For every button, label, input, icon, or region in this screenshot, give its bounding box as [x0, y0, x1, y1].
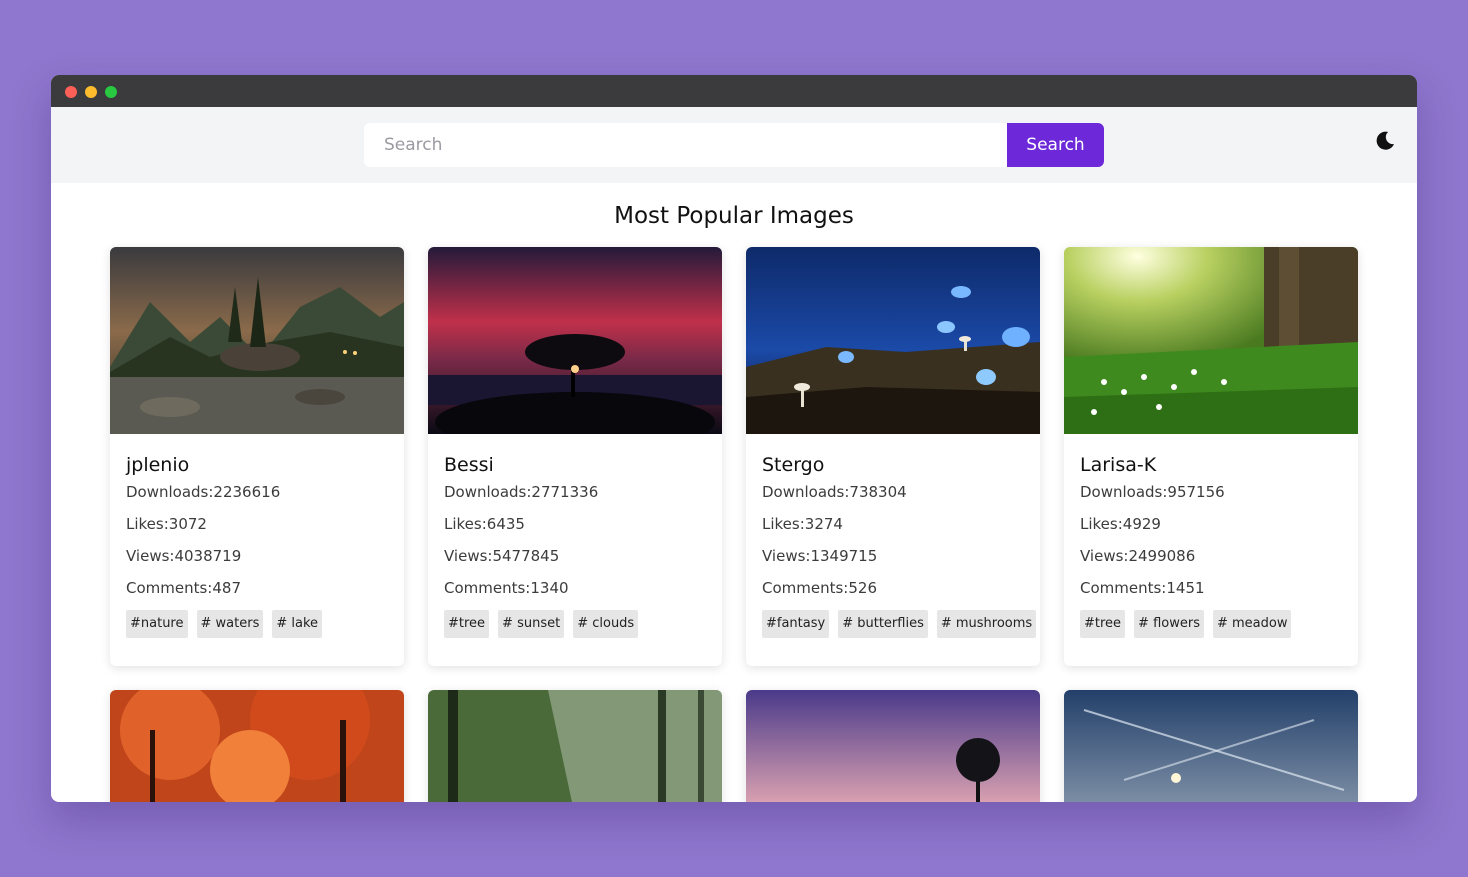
- close-window-dot[interactable]: [65, 86, 77, 98]
- card-downloads: Downloads:2236616: [126, 483, 281, 501]
- image-card[interactable]: jplenio Downloads:2236616 Likes:3072 Vie…: [110, 247, 404, 666]
- minimize-window-dot[interactable]: [85, 86, 97, 98]
- card-username: Stergo: [762, 454, 825, 476]
- maximize-window-dot[interactable]: [105, 86, 117, 98]
- image-card[interactable]: Larisa-K Downloads:957156 Likes:4929 Vie…: [1064, 247, 1358, 666]
- card-views: Views:4038719: [126, 547, 242, 565]
- page-title: Most Popular Images: [614, 203, 854, 229]
- image-card[interactable]: Stergo Downloads:738304 Likes:3274 Views…: [746, 247, 1040, 666]
- card-image-butterflies[interactable]: [746, 247, 1040, 434]
- tag[interactable]: # flowers: [1134, 610, 1204, 638]
- tag[interactable]: #tree: [444, 610, 490, 638]
- tag-list: #tree # flowers # meadow: [1080, 610, 1342, 638]
- card-comments: Comments:1451: [1080, 579, 1205, 597]
- card-comments: Comments:487: [126, 579, 241, 597]
- tag[interactable]: # meadow: [1212, 610, 1292, 638]
- card-downloads: Downloads:738304: [762, 483, 907, 501]
- tag[interactable]: # sunset: [498, 610, 565, 638]
- tag-list: #fantasy # butterflies # mushrooms: [762, 610, 1037, 638]
- window-titlebar: [51, 75, 1417, 107]
- card-image-misty-forest[interactable]: [428, 690, 722, 802]
- card-likes: Likes:3072: [126, 515, 207, 533]
- card-comments: Comments:1340: [444, 579, 569, 597]
- card-views: Views:1349715: [762, 547, 878, 565]
- card-downloads: Downloads:957156: [1080, 483, 1225, 501]
- search-input[interactable]: [364, 123, 1007, 167]
- tag[interactable]: # lake: [272, 610, 323, 638]
- card-image-sky-contrails[interactable]: [1064, 690, 1358, 802]
- image-card[interactable]: [1064, 690, 1358, 802]
- tag[interactable]: #nature: [126, 610, 188, 638]
- tag[interactable]: #fantasy: [762, 610, 830, 638]
- card-username: jplenio: [126, 454, 190, 476]
- card-image-sunset-tree[interactable]: [428, 247, 722, 434]
- search-button[interactable]: Search: [1007, 123, 1104, 167]
- card-downloads: Downloads:2771336: [444, 483, 599, 501]
- image-card[interactable]: Bessi Downloads:2771336 Likes:6435 Views…: [428, 247, 722, 666]
- app-header: Search: [51, 107, 1417, 183]
- main-content: Most Popular Images jplenio Downloads:22…: [51, 183, 1417, 802]
- moon-icon[interactable]: [1373, 129, 1397, 153]
- search-bar: Search: [364, 123, 1104, 167]
- image-card[interactable]: [428, 690, 722, 802]
- tag[interactable]: # waters: [196, 610, 264, 638]
- tag[interactable]: #tree: [1080, 610, 1126, 638]
- tag[interactable]: # butterflies: [838, 610, 928, 638]
- card-image-lake[interactable]: [110, 247, 404, 434]
- tag[interactable]: # mushrooms: [936, 610, 1037, 638]
- card-likes: Likes:3274: [762, 515, 843, 533]
- browser-window: Search Most Popular Images: [51, 75, 1417, 802]
- image-card[interactable]: [746, 690, 1040, 802]
- card-image-dusk-lake[interactable]: [746, 690, 1040, 802]
- card-likes: Likes:6435: [444, 515, 525, 533]
- tag[interactable]: # clouds: [573, 610, 639, 638]
- card-views: Views:5477845: [444, 547, 560, 565]
- tag-list: #nature # waters # lake: [126, 610, 388, 638]
- card-username: Larisa-K: [1080, 454, 1157, 476]
- tag-list: #tree # sunset # clouds: [444, 610, 706, 638]
- card-image-meadow[interactable]: [1064, 247, 1358, 434]
- card-image-autumn-forest[interactable]: [110, 690, 404, 802]
- card-views: Views:2499086: [1080, 547, 1196, 565]
- card-likes: Likes:4929: [1080, 515, 1161, 533]
- card-username: Bessi: [444, 454, 494, 476]
- image-card[interactable]: [110, 690, 404, 802]
- card-comments: Comments:526: [762, 579, 877, 597]
